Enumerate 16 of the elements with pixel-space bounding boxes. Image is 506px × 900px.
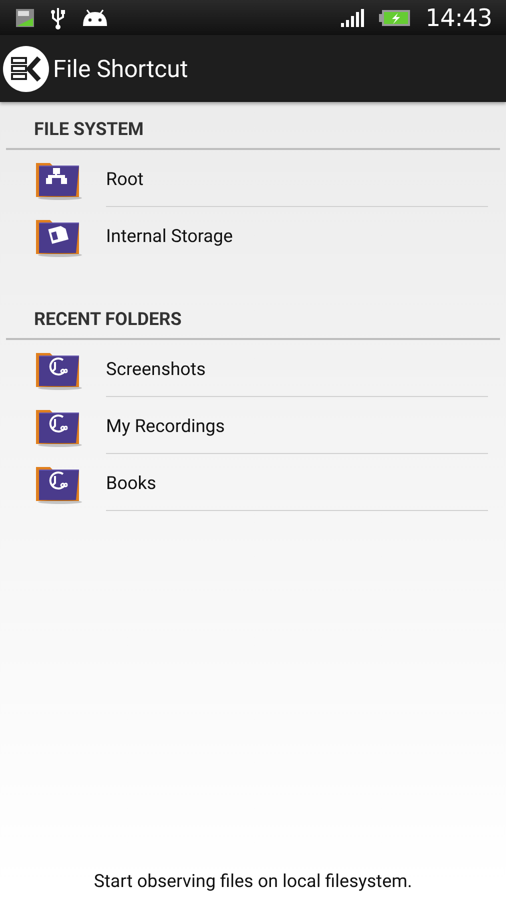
footer-text: Start observing files on local filesystem. [94, 871, 412, 892]
section-header: FILE SYSTEM [6, 119, 500, 150]
network-3g-icon [15, 8, 35, 28]
app-logo-icon[interactable] [3, 46, 49, 92]
folder-item[interactable]: Root [106, 168, 144, 190]
app-title: File Shortcut [53, 54, 188, 82]
android-icon [81, 8, 109, 28]
section-header: RECENT FOLDERS [6, 309, 500, 340]
folder-item[interactable]: My Recordings [106, 416, 225, 436]
battery-charging-icon [379, 8, 412, 26]
folder-item[interactable]: Books [106, 472, 156, 494]
folder-item[interactable]: Screenshots [106, 358, 206, 380]
folder-item[interactable]: Internal Storage [106, 226, 233, 247]
usb-icon [49, 6, 67, 30]
clock-time: 14:43 [425, 4, 492, 32]
signal-icon [341, 8, 366, 26]
